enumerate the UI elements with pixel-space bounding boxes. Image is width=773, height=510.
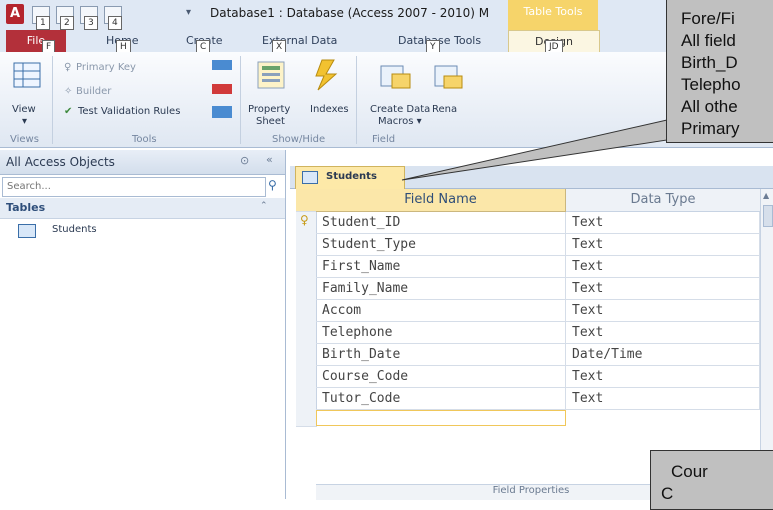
modify-lookups-icon[interactable] bbox=[212, 106, 232, 118]
nav-search-input[interactable] bbox=[3, 178, 251, 194]
field-name-cell[interactable]: Student_ID bbox=[316, 212, 566, 234]
row-selector-header[interactable] bbox=[296, 189, 317, 212]
tab-database-tools[interactable]: Database Tools bbox=[398, 31, 481, 51]
nav-item-label: Students bbox=[52, 224, 97, 235]
row-selector[interactable] bbox=[296, 300, 317, 323]
scrollbar-thumb[interactable] bbox=[763, 205, 773, 227]
group-label-show-hide: Show/Hide bbox=[272, 134, 326, 145]
nav-pane-title[interactable]: All Access Objects bbox=[6, 155, 115, 169]
keytip: 2 bbox=[60, 16, 74, 30]
ribbon-separator bbox=[52, 56, 53, 144]
test-validation-icon[interactable]: ✔ bbox=[64, 106, 72, 117]
indexes-button[interactable]: Indexes bbox=[310, 104, 349, 115]
field-name-cell[interactable]: Course_Code bbox=[316, 366, 566, 388]
data-type-cell[interactable]: Text bbox=[566, 366, 760, 388]
keytip: 1 bbox=[36, 16, 50, 30]
document-tab-label: Students bbox=[326, 171, 377, 182]
vertical-scrollbar[interactable]: ▲ bbox=[760, 189, 773, 464]
field-name-cell[interactable]: Student_Type bbox=[316, 234, 566, 256]
callout-line: Primary bbox=[681, 119, 740, 138]
create-data-macros-icon[interactable] bbox=[378, 60, 412, 92]
group-label-tools: Tools bbox=[132, 134, 157, 145]
data-type-cell[interactable]: Text bbox=[566, 388, 760, 410]
callout-line: All field bbox=[681, 31, 736, 50]
view-dropdown-icon[interactable]: ▾ bbox=[22, 116, 27, 127]
tab-file[interactable]: File bbox=[6, 30, 66, 52]
access-app-icon[interactable]: A bbox=[6, 4, 24, 24]
data-type-cell[interactable]: Text bbox=[566, 212, 760, 234]
data-type-cell[interactable]: Date/Time bbox=[566, 344, 760, 366]
callout-line: C bbox=[661, 484, 674, 503]
scroll-up-arrow-icon[interactable]: ▲ bbox=[763, 191, 769, 200]
collapse-group-icon[interactable]: ⌃ bbox=[260, 201, 268, 211]
row-selector[interactable] bbox=[296, 366, 317, 389]
callout-line: All othe bbox=[681, 97, 738, 116]
shutter-bar-collapse-icon[interactable]: « bbox=[266, 153, 273, 166]
field-name-cell[interactable]: Accom bbox=[316, 300, 566, 322]
table-icon bbox=[18, 224, 36, 238]
column-header-field-name[interactable]: Field Name bbox=[316, 189, 566, 212]
rename-macro-icon[interactable] bbox=[432, 60, 466, 92]
callout-line: Birth_D bbox=[681, 53, 738, 72]
keytip: 3 bbox=[84, 16, 98, 30]
nav-menu-chevron-icon[interactable]: ⊙ bbox=[240, 154, 249, 167]
property-sheet-button-line2[interactable]: Sheet bbox=[256, 116, 285, 127]
data-type-cell[interactable]: Text bbox=[566, 300, 760, 322]
property-sheet-icon[interactable] bbox=[254, 58, 288, 92]
nav-item-students[interactable]: Students bbox=[18, 222, 298, 240]
primary-key-icon[interactable]: ♀ bbox=[64, 62, 71, 73]
view-icon[interactable] bbox=[12, 60, 42, 90]
callout-top: Fore/Fi All field Birth_D Telepho All ot… bbox=[666, 0, 773, 143]
builder-button[interactable]: Builder bbox=[76, 86, 111, 97]
row-selector[interactable] bbox=[296, 322, 317, 345]
search-icon[interactable]: ⚲ bbox=[268, 178, 277, 192]
window-title: Database1 : Database (Access 2007 - 2010… bbox=[210, 6, 490, 20]
field-name-cell[interactable]: Telephone bbox=[316, 322, 566, 344]
test-validation-rules-button[interactable]: Test Validation Rules bbox=[78, 106, 180, 117]
undo-icon[interactable]: 2 bbox=[56, 6, 74, 30]
nav-search-box[interactable] bbox=[2, 177, 266, 197]
qat-dropdown-icon[interactable]: ▾ bbox=[186, 7, 191, 18]
property-sheet-button[interactable]: Property bbox=[248, 104, 290, 115]
callout-pointer bbox=[401, 119, 668, 181]
callout-bottom: Cour C bbox=[650, 450, 773, 510]
row-selector[interactable] bbox=[296, 278, 317, 301]
field-name-cell[interactable]: Tutor_Code bbox=[316, 388, 566, 410]
table-icon bbox=[302, 171, 318, 184]
row-selector[interactable] bbox=[296, 344, 317, 367]
row-selector[interactable] bbox=[296, 256, 317, 279]
nav-group-label[interactable]: Tables bbox=[6, 201, 45, 214]
callout-line: Cour bbox=[671, 462, 708, 481]
row-selector[interactable]: ♀ bbox=[296, 212, 317, 235]
builder-icon[interactable]: ✧ bbox=[64, 86, 72, 97]
customize-qat-icon[interactable]: 4 bbox=[104, 6, 122, 30]
insert-rows-icon[interactable] bbox=[212, 60, 232, 70]
field-name-cell[interactable]: First_Name bbox=[316, 256, 566, 278]
primary-key-icon: ♀ bbox=[300, 213, 309, 227]
data-type-cell[interactable]: Text bbox=[566, 322, 760, 344]
view-button[interactable]: View bbox=[12, 104, 36, 115]
row-selector[interactable] bbox=[296, 234, 317, 257]
field-name-cell[interactable]: Birth_Date bbox=[316, 344, 566, 366]
row-selector[interactable] bbox=[296, 388, 317, 411]
ribbon-separator bbox=[356, 56, 357, 144]
keytip: 4 bbox=[108, 16, 122, 30]
delete-rows-icon[interactable] bbox=[212, 84, 232, 94]
callout-line: Fore/Fi bbox=[681, 9, 735, 28]
data-type-cell[interactable]: Text bbox=[566, 256, 760, 278]
column-header-data-type[interactable]: Data Type bbox=[566, 189, 761, 212]
ribbon-separator bbox=[240, 56, 241, 144]
field-name-cell[interactable]: Family_Name bbox=[316, 278, 566, 300]
primary-key-button[interactable]: Primary Key bbox=[76, 62, 136, 73]
table-tools-context-label: Table Tools bbox=[508, 0, 598, 30]
row-selector[interactable] bbox=[296, 410, 317, 427]
data-type-cell[interactable]: Text bbox=[566, 278, 760, 300]
redo-icon[interactable]: 3 bbox=[80, 6, 98, 30]
group-label-views: Views bbox=[10, 134, 39, 145]
callout-line: Telepho bbox=[681, 75, 741, 94]
indexes-icon[interactable] bbox=[312, 58, 342, 92]
new-field-name-cell[interactable] bbox=[316, 410, 566, 426]
data-type-cell[interactable]: Text bbox=[566, 234, 760, 256]
save-icon[interactable]: 1 bbox=[32, 6, 50, 30]
